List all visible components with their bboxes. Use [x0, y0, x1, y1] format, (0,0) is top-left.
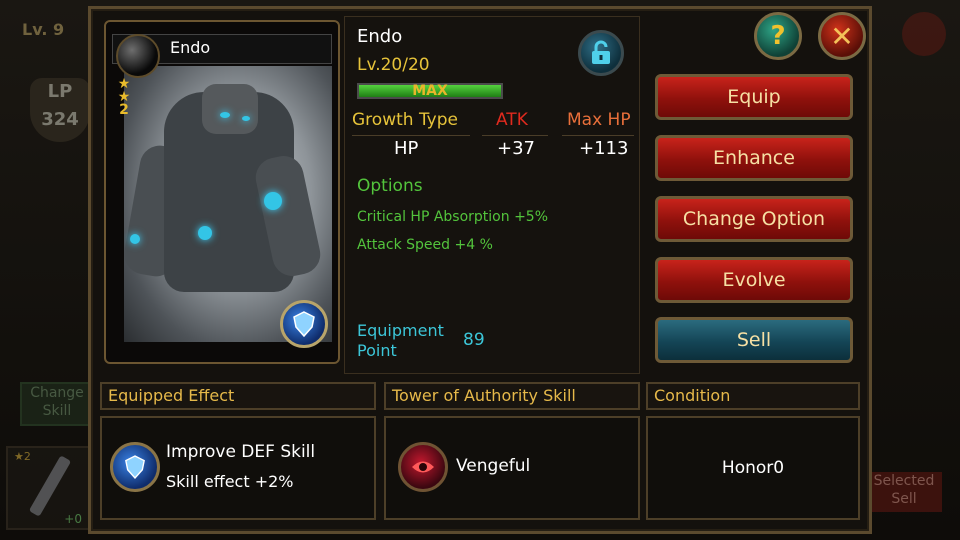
bg-item-stars: ★2 [14, 450, 31, 463]
option-line: Attack Speed +4 % [357, 237, 493, 253]
level-progress-bar: MAX [357, 83, 503, 99]
bg-selected-sell-button: Selected Sell [866, 472, 942, 512]
options-title: Options [357, 176, 423, 196]
tower-skill-header: Tower of Authority Skill [384, 382, 640, 410]
equipment-point-value: 89 [463, 330, 485, 350]
equip-button[interactable]: Equip [655, 74, 853, 120]
card-name: Endo [170, 38, 211, 57]
condition-box: Honor0 [646, 416, 860, 520]
condition-value: Honor0 [721, 458, 785, 478]
stat-header-growth: Growth Type [352, 110, 458, 130]
close-icon: ✕ [830, 19, 854, 53]
change-option-button[interactable]: Change Option [655, 196, 853, 242]
stat-header-atk: ATK [496, 110, 528, 130]
lock-open-icon[interactable] [578, 30, 624, 76]
help-button[interactable]: ? [754, 12, 802, 60]
evolve-button[interactable]: Evolve [655, 257, 853, 303]
tower-skill-name: Vengeful [456, 456, 531, 476]
vengeful-skill-icon [398, 442, 448, 492]
bg-close-icon [902, 12, 946, 56]
help-icon: ? [770, 21, 786, 51]
bg-level-label: Lv. 9 [22, 20, 65, 39]
shield-gem-icon [280, 300, 328, 348]
item-level: Lv.20/20 [357, 55, 430, 75]
bg-change-skill-button: Change Skill [20, 382, 94, 426]
card-star-count: 2 [119, 102, 129, 118]
stat-value-growth: HP [394, 138, 419, 159]
enhance-button[interactable]: Enhance [655, 135, 853, 181]
equipped-effect-name: Improve DEF Skill [166, 442, 316, 462]
condition-header: Condition [646, 382, 860, 410]
bg-lp-badge: LP 324 [30, 78, 90, 142]
bg-lp-badge-text: LP [47, 81, 73, 102]
equipped-effect-box: Improve DEF Skill Skill effect +2% [100, 416, 376, 520]
equipment-point-label: Equipment Point [357, 321, 444, 360]
stat-value-atk: +37 [497, 138, 535, 159]
stat-header-maxhp: Max HP [567, 110, 631, 130]
tower-skill-box: Vengeful [384, 416, 640, 520]
sword-icon [28, 455, 72, 517]
option-line: Critical HP Absorption +5% [357, 209, 549, 225]
close-button[interactable]: ✕ [818, 12, 866, 60]
bg-item-plus: +0 [64, 512, 82, 526]
level-progress-label: MAX [412, 83, 448, 99]
card-grade-orb [116, 34, 160, 78]
equipped-effect-value: Skill effect +2% [166, 472, 294, 491]
card-stars: ★ ★ 2 [117, 76, 131, 118]
bg-item-slot: ★2 +0 [6, 446, 90, 530]
item-title: Endo [357, 26, 403, 47]
stat-value-maxhp: +113 [579, 138, 629, 159]
sell-button[interactable]: Sell [655, 317, 853, 363]
golem-head [202, 84, 258, 134]
bg-lp-badge-value: 324 [41, 109, 79, 130]
def-skill-icon [110, 442, 160, 492]
equipped-effect-header: Equipped Effect [100, 382, 376, 410]
